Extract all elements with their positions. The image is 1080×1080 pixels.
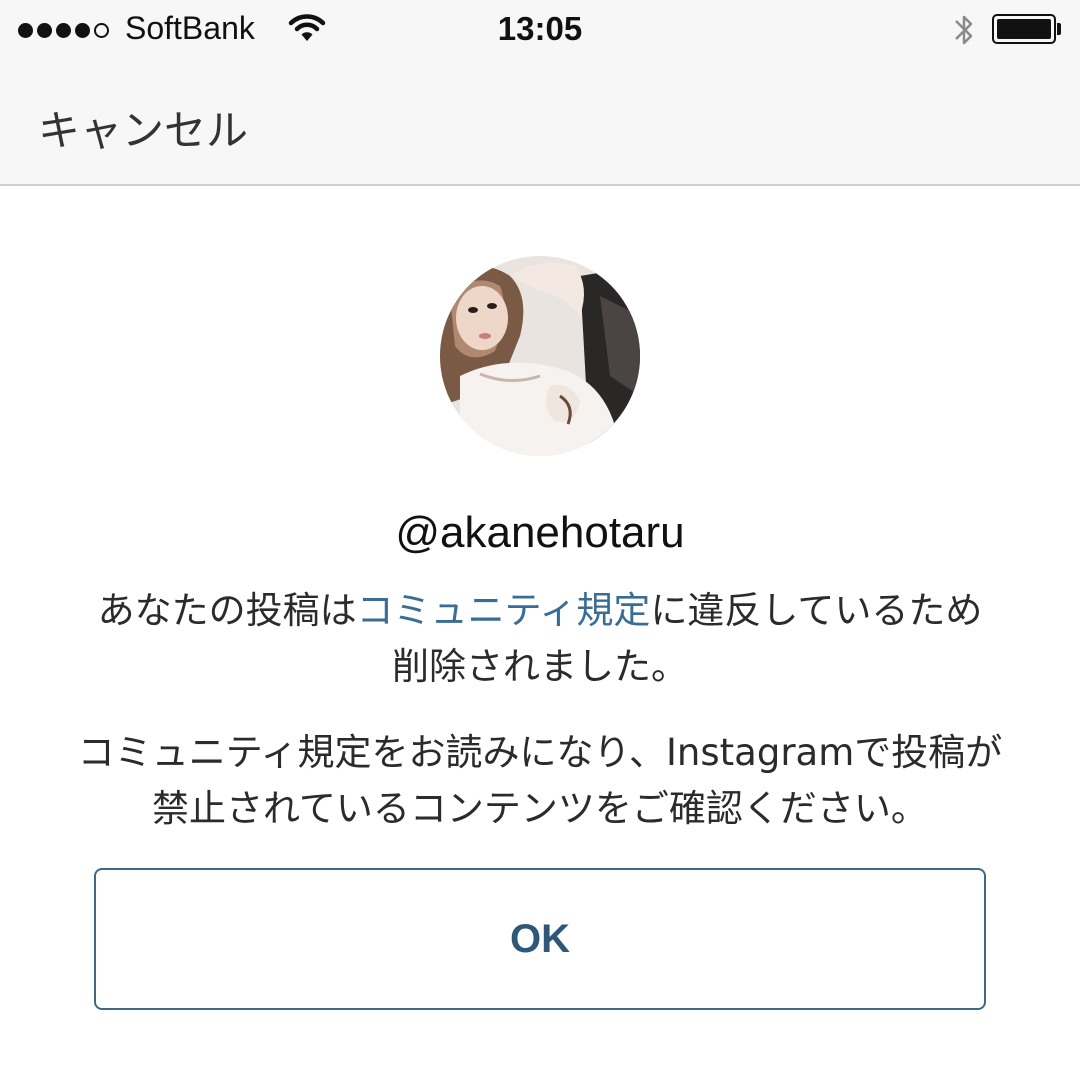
removal-message: あなたの投稿はコミュニティ規定に違反しているため 削除されました。	[40, 583, 1040, 695]
ok-button[interactable]: OK	[94, 868, 986, 1010]
status-bar: SoftBank 13:05	[0, 0, 1080, 62]
guidelines-notice-line1: コミュニティ規定をお読みになり、Instagramで投稿が	[77, 731, 1003, 774]
battery-icon	[992, 14, 1056, 44]
community-guidelines-link[interactable]: コミュニティ規定	[357, 589, 651, 632]
guidelines-notice-line2: 禁止されているコンテンツをご確認ください。	[152, 787, 928, 830]
clock-time: 13:05	[497, 10, 583, 47]
guidelines-notice: コミュニティ規定をお読みになり、Instagramで投稿が 禁止されているコンテ…	[20, 725, 1060, 837]
avatar	[440, 256, 640, 456]
username: @akanehotaru	[395, 508, 685, 557]
navigation-bar: キャンセル	[0, 62, 1080, 186]
removal-message-line1: あなたの投稿はコミュニティ規定に違反しているため	[40, 583, 1040, 639]
bluetooth-icon	[952, 12, 976, 53]
removal-message-line2: 削除されました。	[392, 645, 688, 688]
message-prefix: あなたの投稿は	[97, 589, 357, 632]
battery-cap	[1057, 23, 1061, 35]
battery-level-fill	[997, 19, 1051, 39]
signal-strength-icon	[18, 20, 113, 40]
wifi-icon	[288, 12, 326, 49]
message-suffix: に違反しているため	[650, 589, 983, 632]
cancel-button[interactable]: キャンセル	[38, 97, 248, 158]
carrier-name: SoftBank	[125, 10, 255, 46]
